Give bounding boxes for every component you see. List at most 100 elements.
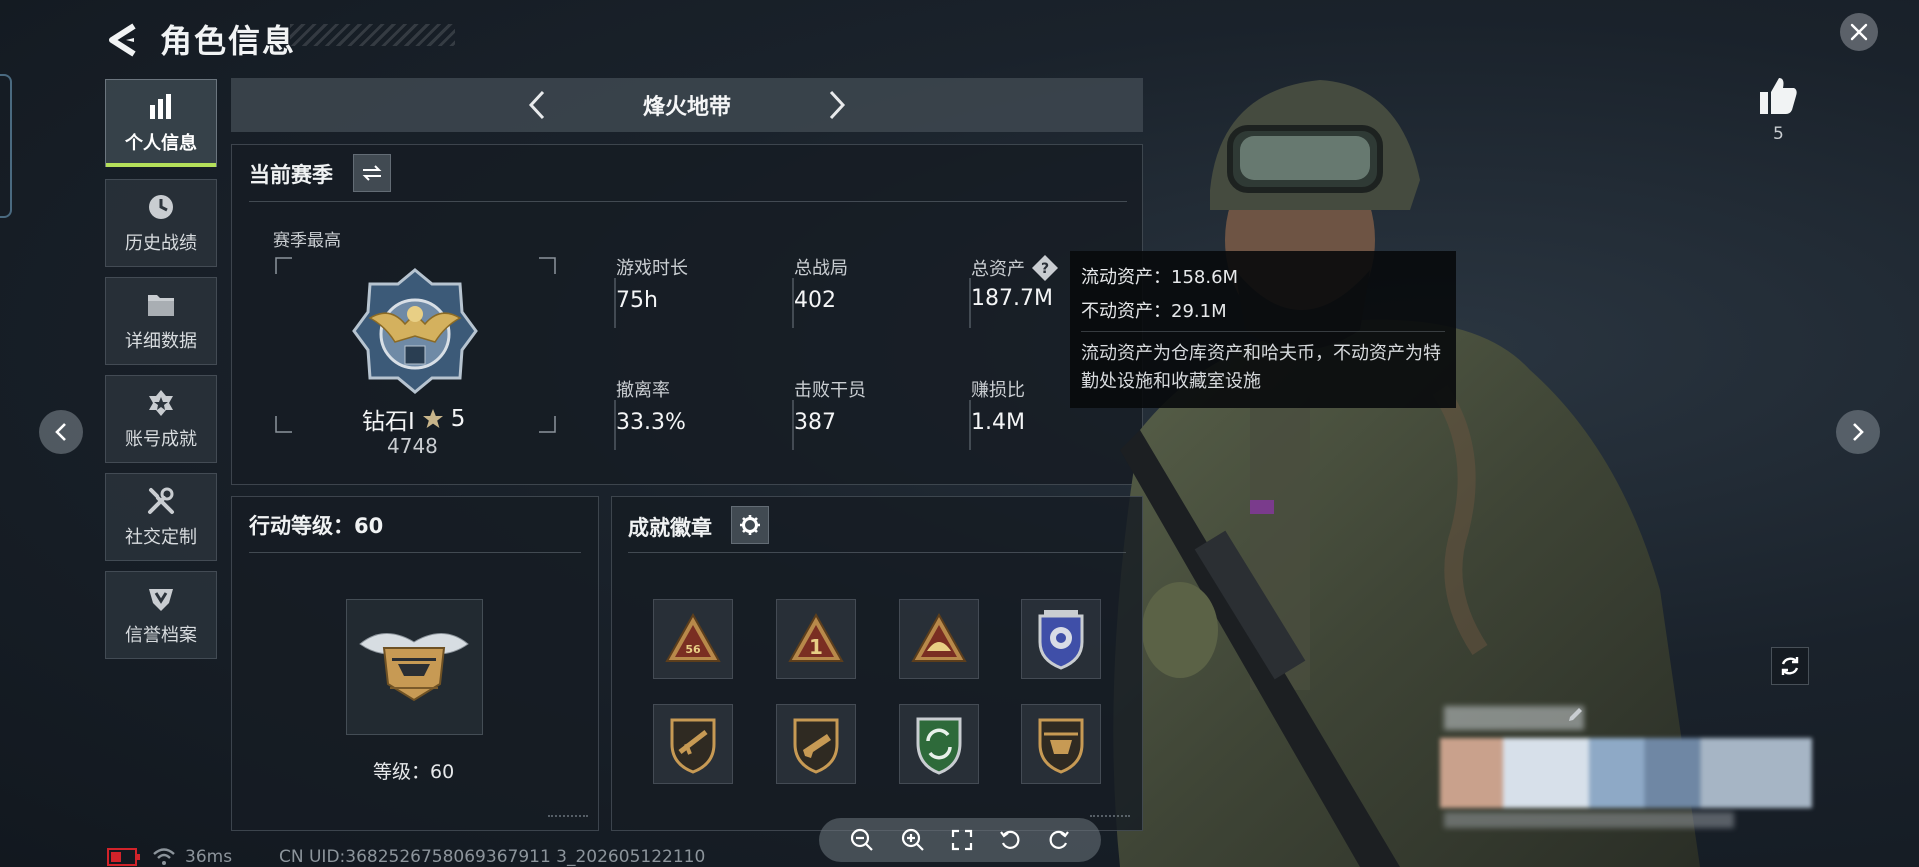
stat-value: 75h: [616, 288, 658, 313]
blue-shield-emblem-badge-icon: [1038, 610, 1084, 670]
chevron-left-icon: [55, 423, 66, 441]
badge-slot-4[interactable]: [1021, 599, 1101, 679]
season-title: 当前赛季: [249, 163, 333, 187]
green-shield-arrows-badge-icon: [916, 717, 962, 775]
zoom-out-icon[interactable]: [850, 828, 874, 852]
sidebar-item-label: 历史战绩: [125, 233, 197, 254]
stat-label: 总资产: [971, 259, 1025, 280]
sidebar-item-credit-record[interactable]: 信誉档案: [105, 571, 217, 659]
svg-text:?: ?: [1041, 261, 1049, 277]
level-text: 等级：60: [373, 761, 455, 783]
stat-total-assets: 总资产 ? 187.7M: [969, 254, 1059, 328]
swap-arrows-icon: [362, 165, 382, 181]
badge-slot-7[interactable]: [899, 704, 979, 784]
badge-slot-3[interactable]: [899, 599, 979, 679]
close-icon: [1850, 23, 1868, 41]
stat-label: 击败干员: [794, 380, 866, 401]
mode-prev-arrow-icon[interactable]: [521, 88, 555, 122]
panel-corner-marks-2: [1090, 815, 1130, 825]
helicopter-level-emblem-icon: [359, 633, 469, 702]
profile-name-blurred: [1444, 706, 1584, 730]
badge-slot-2[interactable]: 1: [776, 599, 856, 679]
fullscreen-icon[interactable]: [951, 829, 973, 851]
rotate-right-icon[interactable]: [1048, 829, 1070, 851]
panel-corner-marks: [548, 815, 588, 825]
refresh-character-button[interactable]: [1771, 647, 1809, 685]
rank-name-row: 钻石I 5: [362, 402, 465, 436]
gold-shield-pistol-badge-icon: [793, 718, 839, 774]
sidebar-item-history[interactable]: 历史战绩: [105, 179, 217, 267]
mode-title: 烽火地带: [642, 95, 731, 120]
rank-score: 4748: [387, 434, 438, 458]
left-edge-frame: [0, 74, 12, 218]
stat-total-matches: 总战局 402: [792, 254, 848, 328]
next-page-button[interactable]: [1836, 410, 1880, 454]
edit-pencil-icon[interactable]: [1566, 706, 1584, 724]
fixed-assets-line: 不动资产：29.1M: [1081, 301, 1227, 322]
svg-text:1: 1: [809, 635, 823, 659]
stat-label: 赚损比: [971, 380, 1025, 401]
thumbs-up-icon[interactable]: [1758, 76, 1798, 116]
stat-value: 33.3%: [616, 410, 686, 435]
rank-stars: 5: [450, 406, 466, 432]
sidebar-item-label: 个人信息: [125, 133, 197, 154]
assets-description: 流动资产为仓库资产和哈夫币，不动资产为特勤处设施和收藏室设施: [1081, 343, 1441, 392]
diamond-rank-emblem-icon: [352, 268, 478, 394]
season-switch-button[interactable]: [353, 154, 391, 192]
title-decoration: [290, 24, 455, 46]
stat-value: 187.7M: [971, 286, 1053, 311]
uid-text: CN UID:3682526758069367911 3_20260512211…: [279, 847, 706, 867]
badge-slot-5[interactable]: [653, 704, 733, 784]
sidebar-item-label: 信誉档案: [125, 625, 197, 646]
bar-chart-icon: [150, 94, 171, 119]
credit-shield-icon: [149, 589, 173, 611]
season-divider: [249, 201, 1127, 202]
stat-operators-defeated: 击败干员 387: [792, 376, 866, 450]
stat-label: 游戏时长: [616, 258, 688, 279]
history-clock-icon: [149, 195, 173, 219]
sidebar-item-detailed-data[interactable]: 详细数据: [105, 277, 217, 365]
sidebar-item-label: 详细数据: [125, 331, 197, 352]
badges-settings-button[interactable]: [731, 506, 769, 544]
stat-label: 总战局: [794, 258, 848, 279]
achievement-icon: [149, 390, 173, 416]
badge-slot-8[interactable]: [1021, 704, 1101, 784]
assets-tooltip: 流动资产：158.6M 不动资产：29.1M 流动资产为仓库资产和哈夫币，不动资…: [1070, 251, 1456, 408]
mode-next-arrow-icon[interactable]: [819, 88, 853, 122]
badge-slot-1[interactable]: 56: [653, 599, 733, 679]
action-level-title: 行动等级：60: [249, 514, 384, 538]
rotate-left-icon[interactable]: [999, 829, 1021, 851]
season-best-label: 赛季最高: [273, 231, 341, 251]
zoom-in-icon[interactable]: [901, 828, 925, 852]
triangle-56-badge-icon: 56: [665, 612, 721, 662]
sidebar-item-personal-info[interactable]: 个人信息: [105, 79, 217, 167]
stat-profit-loss-ratio: 赚损比 1.4M: [969, 376, 1025, 450]
back-arrow-icon[interactable]: [104, 20, 144, 60]
gold-shield-helicopter-badge-icon: [1038, 718, 1084, 774]
stat-extraction-rate: 撤离率 33.3%: [614, 376, 686, 450]
chevron-right-icon: [1853, 423, 1864, 441]
mode-selector: 烽火地带: [231, 78, 1143, 132]
sidebar-item-achievements[interactable]: 账号成就: [105, 375, 217, 463]
gear-icon: [740, 515, 760, 535]
sidebar-item-label: 账号成就: [125, 429, 197, 450]
action-level-divider: [249, 552, 581, 553]
stat-playtime: 游戏时长 75h: [614, 254, 688, 328]
prev-page-button[interactable]: [39, 410, 83, 454]
svg-text:56: 56: [685, 643, 701, 656]
likes-count: 5: [1773, 124, 1784, 144]
sidebar-item-social[interactable]: 社交定制: [105, 473, 217, 561]
wifi-icon: [153, 848, 175, 865]
refresh-icon: [1781, 657, 1799, 675]
badge-slot-6[interactable]: [776, 704, 856, 784]
ping-text: 36ms: [185, 847, 233, 867]
badges-divider: [628, 552, 1126, 553]
star-icon: [422, 409, 443, 428]
stat-value: 402: [794, 288, 836, 313]
stat-value: 387: [794, 410, 836, 435]
stat-label: 撤离率: [616, 380, 670, 401]
triangle-helmet-badge-icon: [911, 612, 967, 662]
stat-value: 1.4M: [971, 410, 1025, 435]
close-button[interactable]: [1840, 13, 1878, 51]
question-help-icon[interactable]: ?: [1031, 254, 1059, 282]
